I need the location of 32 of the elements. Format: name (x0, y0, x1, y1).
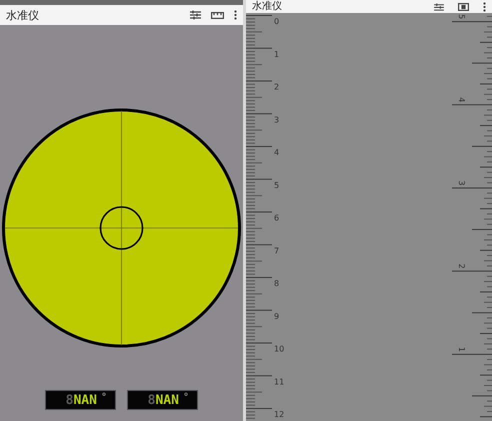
sliders-icon[interactable] (434, 2, 444, 10)
degree-sign: ° (182, 393, 189, 403)
scale-label: 5 (457, 14, 466, 20)
sliders-icon[interactable] (190, 10, 201, 20)
display-digit: 8 (66, 394, 74, 406)
app-title: 水准仪 (6, 10, 39, 20)
display-value: NAN (73, 394, 97, 406)
scale-label: 1 (457, 346, 466, 352)
scale-label: 12 (274, 410, 284, 419)
scale-label: 1 (274, 50, 280, 59)
scale-label: 8 (274, 279, 280, 288)
scale-label: 6 (274, 214, 280, 222)
scale-label: 9 (274, 312, 280, 321)
scale-label: 5 (274, 180, 280, 190)
display-value: NAN (155, 394, 179, 406)
degree-sign: ° (100, 393, 107, 403)
scale-label: 2 (274, 82, 280, 92)
app-title: 水准仪 (252, 0, 282, 13)
scale-label: 2 (457, 264, 466, 269)
more-icon[interactable] (483, 2, 486, 12)
more-icon[interactable] (234, 10, 237, 20)
scale-label: 4 (274, 148, 280, 157)
scale-label: 11 (274, 377, 284, 386)
ruler-icon[interactable] (211, 12, 224, 18)
scale-label: 3 (274, 115, 280, 124)
display-digit: 8 (148, 394, 156, 406)
level-icon[interactable] (458, 2, 469, 10)
scale-label: 4 (457, 97, 466, 102)
scale-label: 3 (457, 180, 466, 186)
scale-label: 7 (274, 246, 280, 256)
scale-label: 10 (274, 344, 284, 354)
scale-label: 0 (274, 17, 280, 26)
